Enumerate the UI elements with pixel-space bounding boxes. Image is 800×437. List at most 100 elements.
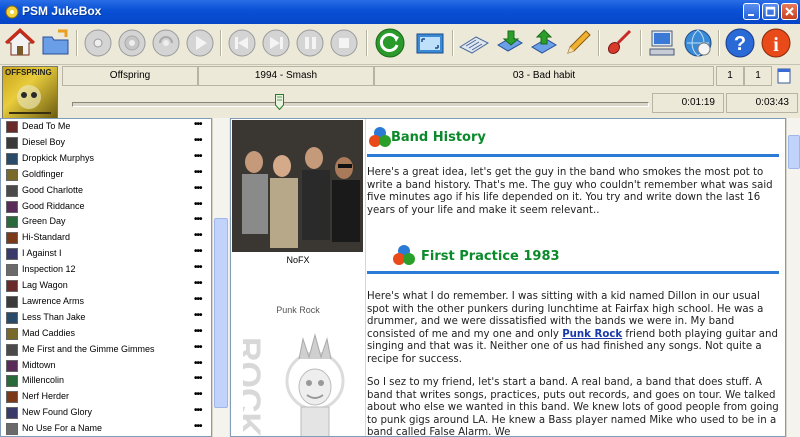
guitar-button[interactable]: [604, 27, 636, 59]
artist-more-button[interactable]: •••: [194, 405, 202, 416]
counter-b-field: 1: [744, 66, 772, 86]
artist-more-button[interactable]: •••: [194, 294, 202, 305]
artist-list-item[interactable]: Me First and the Gimme Gimmes •••: [1, 342, 211, 358]
artist-more-button[interactable]: •••: [194, 389, 202, 400]
refresh-button[interactable]: [374, 27, 406, 59]
info-button[interactable]: i: [760, 27, 792, 59]
playlist-button[interactable]: [494, 27, 526, 59]
artist-more-button[interactable]: •••: [194, 246, 202, 257]
artist-list-item[interactable]: Nerf Herder •••: [1, 389, 211, 405]
upload-icon: [531, 29, 557, 54]
artist-name: Less Than Jake: [22, 311, 86, 322]
artist-thumbnail-icon: [6, 248, 18, 261]
artist-list-item[interactable]: Midtown •••: [1, 358, 211, 374]
artist-list-scrollbar[interactable]: [212, 118, 229, 437]
computer-button[interactable]: [646, 27, 678, 59]
artist-list-item[interactable]: Mad Caddies •••: [1, 326, 211, 342]
artist-list-item[interactable]: Diesel Boy •••: [1, 135, 211, 151]
artist-more-button[interactable]: •••: [194, 119, 202, 130]
artist-more-button[interactable]: •••: [194, 310, 202, 321]
cd-burn-icon: [152, 29, 180, 57]
artist-more-button[interactable]: •••: [194, 167, 202, 178]
seek-thumb[interactable]: [275, 94, 284, 110]
help-button[interactable]: ?: [724, 27, 756, 59]
artist-list-item[interactable]: Less Than Jake •••: [1, 310, 211, 326]
artist-list-item[interactable]: Hi-Standard •••: [1, 230, 211, 246]
window-mode-button[interactable]: [776, 67, 792, 85]
punk-rock-link[interactable]: Punk Rock: [562, 329, 622, 340]
edit-button[interactable]: [562, 27, 594, 59]
artist-more-button[interactable]: •••: [194, 199, 202, 210]
seek-track[interactable]: [72, 102, 649, 107]
artist-list-item[interactable]: Good Riddance •••: [1, 199, 211, 215]
cd-eject-button[interactable]: [116, 27, 148, 59]
artist-list-item[interactable]: Lawrence Arms •••: [1, 294, 211, 310]
home-button[interactable]: [4, 27, 36, 59]
title-bar[interactable]: PSM JukeBox: [0, 0, 800, 24]
artist-list-item[interactable]: Millencolin •••: [1, 373, 211, 389]
pause-button[interactable]: [294, 27, 326, 59]
artist-list-item[interactable]: Dead To Me •••: [1, 119, 211, 135]
computer-icon: [649, 30, 675, 56]
artist-thumbnail-icon: [6, 391, 18, 404]
stop-button[interactable]: [328, 27, 360, 59]
internet-button[interactable]: [682, 27, 714, 59]
artist-thumbnail-icon: [6, 168, 18, 181]
content-scrollbar[interactable]: [786, 118, 800, 437]
app-icon: [5, 5, 19, 19]
help-icon: ?: [725, 28, 755, 58]
artist-more-button[interactable]: •••: [194, 262, 202, 273]
close-button[interactable]: [781, 3, 798, 20]
artist-thumbnail-icon: [6, 343, 18, 356]
artist-more-button[interactable]: •••: [194, 230, 202, 241]
artist-list-item[interactable]: New Found Glory •••: [1, 405, 211, 421]
cd-button[interactable]: [82, 27, 114, 59]
cd-icon: [84, 29, 112, 57]
fullscreen-button[interactable]: [414, 27, 446, 59]
artist-more-button[interactable]: •••: [194, 214, 202, 225]
artist-more-button[interactable]: •••: [194, 151, 202, 162]
previous-button[interactable]: [226, 27, 258, 59]
artist-more-button[interactable]: •••: [194, 373, 202, 384]
cd-burn-button[interactable]: [150, 27, 182, 59]
artist-more-button[interactable]: •••: [194, 135, 202, 146]
artist-list-item[interactable]: I Against I •••: [1, 246, 211, 262]
artist-list-item[interactable]: Lag Wagon •••: [1, 278, 211, 294]
artist-name: I Against I: [22, 248, 62, 259]
artist-more-button[interactable]: •••: [194, 358, 202, 369]
next-button[interactable]: [260, 27, 292, 59]
svg-text:?: ?: [734, 33, 746, 55]
artist-more-button[interactable]: •••: [194, 421, 202, 432]
content-scroll-thumb[interactable]: [788, 135, 800, 169]
artist-more-button[interactable]: •••: [194, 326, 202, 337]
story-text: So I sez to my friend, let's start a ban…: [367, 377, 779, 437]
artist-list-item[interactable]: Good Charlotte •••: [1, 183, 211, 199]
artist-more-button[interactable]: •••: [194, 342, 202, 353]
content-pane: NoFX Punk Rock ROCK Band History Here's …: [230, 118, 786, 437]
upload-button[interactable]: [528, 27, 560, 59]
svg-text:i: i: [773, 34, 779, 56]
seek-bar[interactable]: [62, 92, 650, 114]
artist-list-item[interactable]: Inspection 12 •••: [1, 262, 211, 278]
minimize-button[interactable]: [743, 3, 760, 20]
skull-art-icon: [9, 85, 51, 114]
open-button[interactable]: [40, 27, 72, 59]
play-button[interactable]: [184, 27, 216, 59]
maximize-button[interactable]: [762, 3, 779, 20]
keyboard-button[interactable]: [458, 27, 490, 59]
artist-field: Offspring: [62, 66, 198, 86]
artist-list-item[interactable]: Green Day •••: [1, 214, 211, 230]
artist-list-item[interactable]: Goldfinger •••: [1, 167, 211, 183]
artist-more-button[interactable]: •••: [194, 278, 202, 289]
internet-icon: [684, 29, 712, 57]
artist-list-item[interactable]: No Use For a Name •••: [1, 421, 211, 436]
artist-name: Diesel Boy: [22, 136, 66, 147]
artist-list-item[interactable]: Dropkick Murphys •••: [1, 151, 211, 167]
artist-more-button[interactable]: •••: [194, 183, 202, 194]
artist-name: No Use For a Name: [22, 423, 103, 434]
next-icon: [262, 29, 290, 57]
counter-a-field: 1: [716, 66, 744, 86]
pause-icon: [296, 29, 324, 57]
artist-list-scroll-thumb[interactable]: [214, 218, 228, 408]
artist-thumbnail-icon: [6, 295, 18, 308]
